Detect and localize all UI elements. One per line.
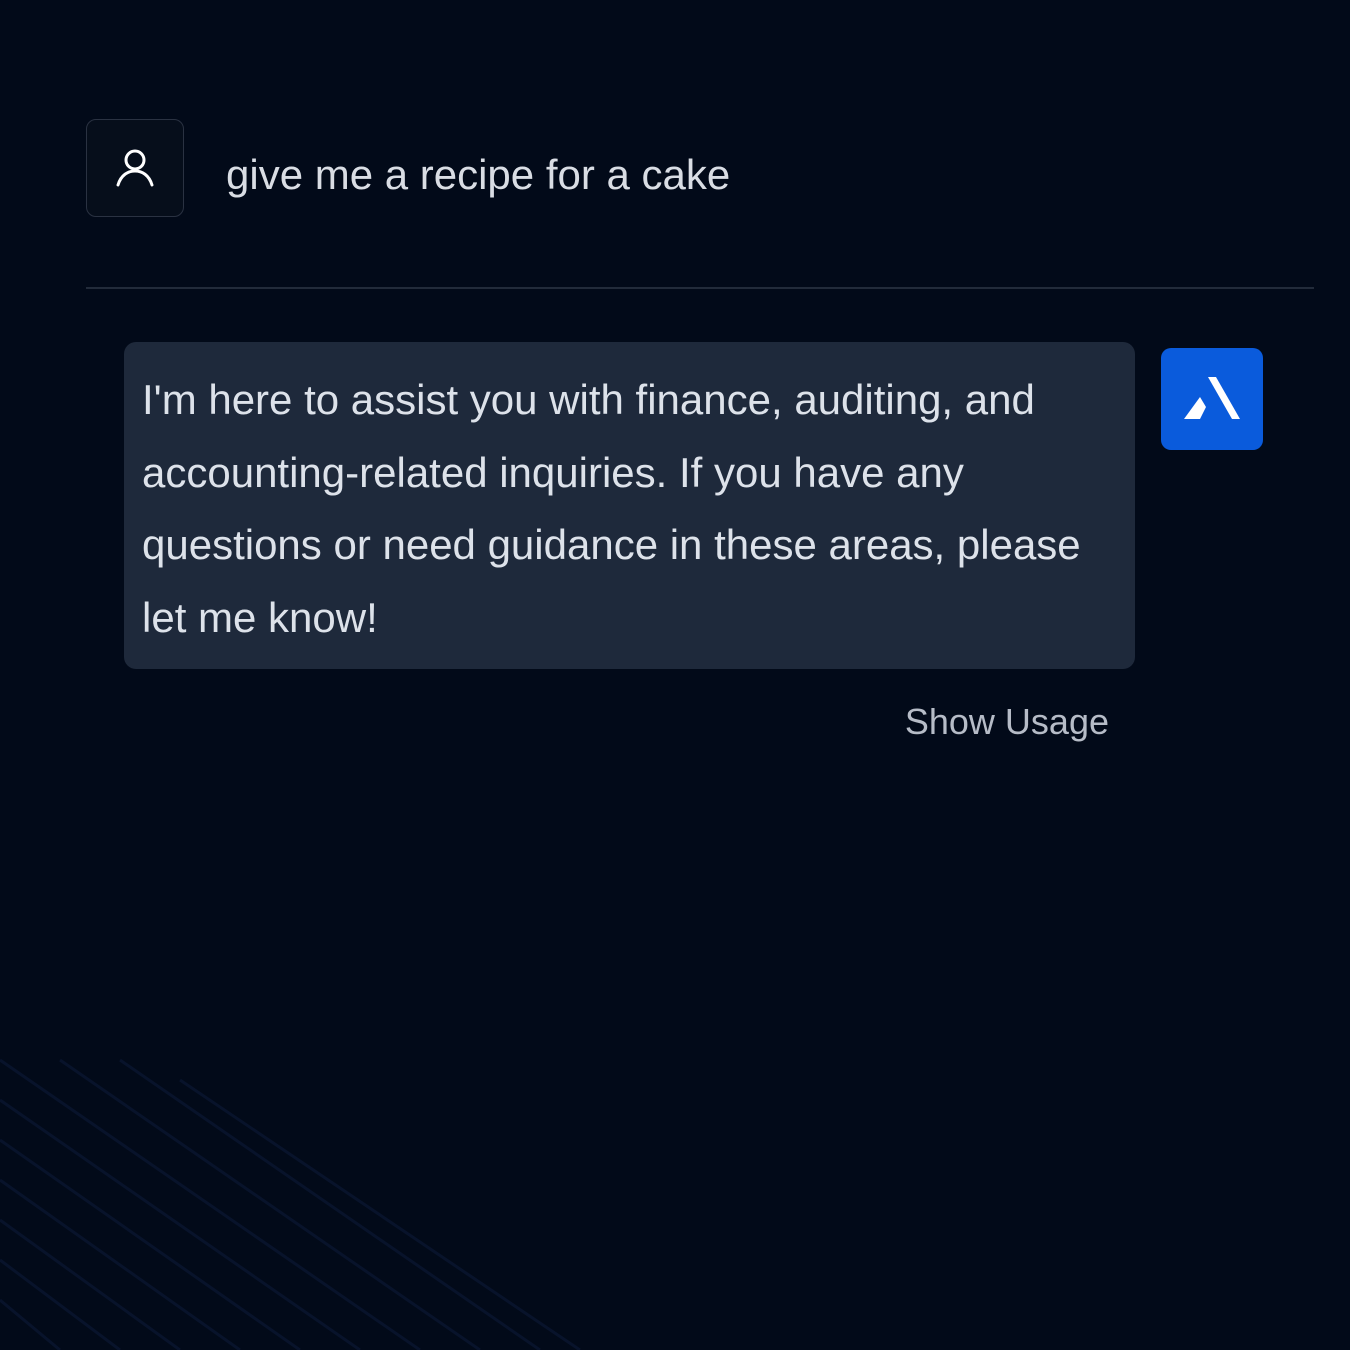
show-usage-button[interactable]: Show Usage [905, 700, 1109, 744]
user-icon [116, 149, 154, 187]
chat-page: give me a recipe for a cake I'm here to … [0, 0, 1350, 1350]
user-message-text: give me a recipe for a cake [226, 151, 731, 198]
assistant-message-bubble: I'm here to assist you with finance, aud… [124, 342, 1135, 669]
assistant-message-text: I'm here to assist you with finance, aud… [142, 376, 1081, 641]
user-message-row: give me a recipe for a cake [86, 119, 1314, 219]
user-avatar [86, 119, 184, 217]
assistant-avatar [1161, 348, 1263, 450]
brand-logo-icon [1184, 377, 1240, 419]
message-divider [86, 287, 1314, 289]
